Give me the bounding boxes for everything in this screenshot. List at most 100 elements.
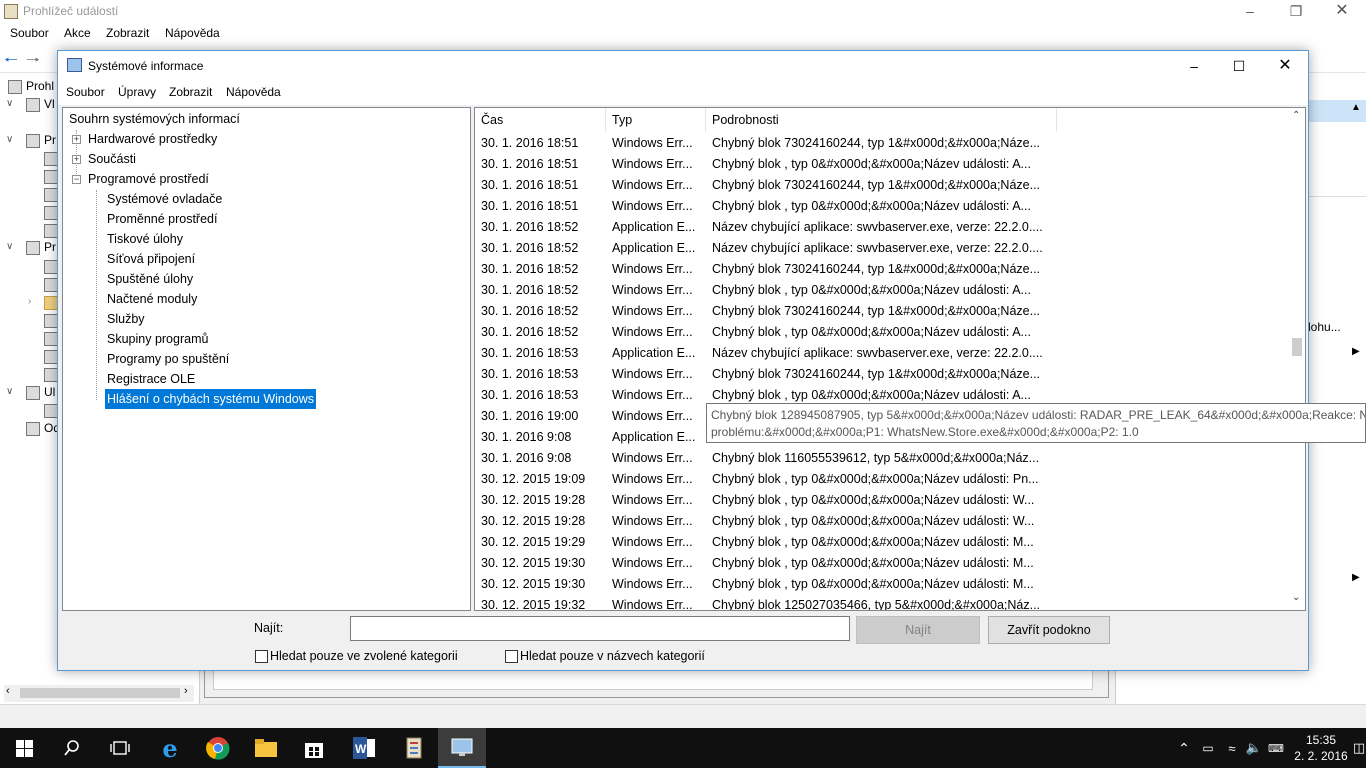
scroll-thumb[interactable] xyxy=(20,688,180,698)
chevron-down-icon[interactable]: ∨ xyxy=(6,241,13,252)
tree-partial-label[interactable]: Vl xyxy=(44,97,55,111)
table-row[interactable]: 30. 1. 2016 18:52 Application E... Název c… xyxy=(475,217,1287,238)
wifi-icon[interactable]: ≈ xyxy=(1222,728,1242,768)
tree-child[interactable]: Proměnné prostředí xyxy=(107,209,217,229)
ev-restore-button[interactable]: ❐ xyxy=(1273,0,1319,24)
forward-arrow-icon[interactable]: 🠒 xyxy=(26,49,40,76)
explorer-taskbar-button[interactable] xyxy=(242,728,290,768)
table-row[interactable]: 30. 1. 2016 18:53 Windows Err... Chybný bl… xyxy=(475,364,1287,385)
action-partial-label[interactable]: lohu... xyxy=(1308,320,1341,334)
find-button[interactable]: Najít xyxy=(856,616,980,644)
collapse-icon[interactable]: − xyxy=(72,175,81,184)
search-button[interactable] xyxy=(48,728,96,768)
scroll-left-icon[interactable]: ‹ xyxy=(6,685,10,697)
si-minimize-button[interactable]: – xyxy=(1171,51,1217,81)
tree-partial-label[interactable]: Pr xyxy=(44,133,56,147)
tree-child[interactable]: Služby xyxy=(107,309,145,329)
vertical-scrollbar[interactable]: ⌃ ⌄ xyxy=(1288,108,1305,610)
volume-icon[interactable]: 🔈 xyxy=(1244,728,1264,768)
si-menu-zobrazit[interactable]: Zobrazit xyxy=(169,85,212,99)
checkbox-selected-category[interactable] xyxy=(255,650,268,663)
chrome-taskbar-button[interactable] xyxy=(194,728,242,768)
table-row[interactable]: 30. 1. 2016 18:52 Windows Err... Chybný bl… xyxy=(475,322,1287,343)
tree-partial-label[interactable]: Pr xyxy=(44,240,56,254)
tree-item-software-env[interactable]: Programové prostředí xyxy=(88,169,209,189)
scroll-up-icon[interactable]: ⌃ xyxy=(1292,110,1300,121)
column-header-podrobnosti[interactable]: Podrobnosti xyxy=(706,108,1057,132)
table-row[interactable]: 30. 1. 2016 18:52 Windows Err... Chybný bl… xyxy=(475,259,1287,280)
battery-icon[interactable]: ▭ xyxy=(1198,728,1218,768)
collapse-icon[interactable]: ▲ xyxy=(1351,102,1361,113)
tree-item-hardware[interactable]: Hardwarové prostředky xyxy=(88,129,217,149)
scroll-down-icon[interactable]: ⌄ xyxy=(1292,592,1300,603)
ev-menu-soubor[interactable]: Soubor xyxy=(10,26,49,40)
scroll-thumb[interactable] xyxy=(1292,338,1302,356)
tree-root[interactable]: Souhrn systémových informací xyxy=(69,109,240,129)
find-input[interactable] xyxy=(350,616,850,641)
ev-menu-napoveda[interactable]: Nápověda xyxy=(165,26,220,40)
ev-close-button[interactable]: ✕ xyxy=(1319,0,1365,24)
si-menu-upravy[interactable]: Úpravy xyxy=(118,85,156,99)
table-row[interactable]: 30. 1. 2016 18:51 Windows Err... Chybný bl… xyxy=(475,175,1287,196)
table-row[interactable]: 30. 12. 2015 19:32 Windows Err... Chybný b… xyxy=(475,595,1287,610)
table-row[interactable]: 30. 1. 2016 18:51 Windows Err... Chybný bl… xyxy=(475,133,1287,154)
tree-child[interactable]: Tiskové úlohy xyxy=(107,229,183,249)
back-arrow-icon[interactable]: 🠐 xyxy=(4,49,18,76)
submenu-arrow-icon[interactable]: ▶ xyxy=(1352,346,1360,357)
tree-child[interactable]: Systémové ovladače xyxy=(107,189,222,209)
table-row[interactable]: 30. 1. 2016 9:08 Windows Err... Chybný blo… xyxy=(475,448,1287,469)
ev-menu-zobrazit[interactable]: Zobrazit xyxy=(106,26,149,40)
checkbox-category-names[interactable] xyxy=(505,650,518,663)
tree-child[interactable]: Načtené moduly xyxy=(107,289,197,309)
chevron-right-icon[interactable]: › xyxy=(28,296,31,307)
table-row[interactable]: 30. 1. 2016 18:51 Windows Err... Chybný bl… xyxy=(475,196,1287,217)
expand-icon[interactable]: + xyxy=(72,155,81,164)
horizontal-scrollbar[interactable]: ‹ › xyxy=(4,685,194,702)
tree-child[interactable]: Skupiny programů xyxy=(107,329,208,349)
chevron-down-icon[interactable]: ∨ xyxy=(6,134,13,145)
checkbox-category-names-label[interactable]: Hledat pouze v názvech kategorií xyxy=(520,649,705,663)
table-row[interactable]: 30. 12. 2015 19:28 Windows Err... Chybný b… xyxy=(475,490,1287,511)
column-header-cas[interactable]: Čas xyxy=(475,108,606,132)
table-row[interactable]: 30. 1. 2016 18:53 Application E... Název c… xyxy=(475,343,1287,364)
scroll-right-icon[interactable]: › xyxy=(184,685,188,697)
column-header-typ[interactable]: Typ xyxy=(606,108,706,132)
tree-child[interactable]: Registrace OLE xyxy=(107,369,195,389)
tree-child-selected[interactable]: Hlášení o chybách systému Windows xyxy=(105,389,317,409)
start-button[interactable] xyxy=(0,728,48,768)
chevron-down-icon[interactable]: ∨ xyxy=(6,98,13,109)
tree-partial-label[interactable]: Prohl xyxy=(26,79,54,93)
table-row[interactable]: 30. 12. 2015 19:09 Windows Err... Chybný b… xyxy=(475,469,1287,490)
ev-minimize-button[interactable]: – xyxy=(1227,0,1273,24)
table-row[interactable]: 30. 12. 2015 19:30 Windows Err... Chybný b… xyxy=(475,553,1287,574)
action-center-icon[interactable]: ◫ xyxy=(1352,728,1366,768)
tree-partial-label[interactable]: Ul xyxy=(44,385,55,399)
keyboard-language-icon[interactable]: ⌨ xyxy=(1266,728,1286,768)
submenu-arrow-icon[interactable]: ▶ xyxy=(1352,572,1360,583)
tree-child[interactable]: Síťová připojení xyxy=(107,249,195,269)
event-viewer-taskbar-button[interactable] xyxy=(390,728,438,768)
store-taskbar-button[interactable] xyxy=(290,728,338,768)
expand-icon[interactable]: + xyxy=(72,135,81,144)
chevron-down-icon[interactable]: ∨ xyxy=(6,386,13,397)
table-row[interactable]: 30. 1. 2016 18:51 Windows Err... Chybný bl… xyxy=(475,154,1287,175)
table-row[interactable]: 30. 1. 2016 18:52 Windows Err... Chybný bl… xyxy=(475,280,1287,301)
tree-item-components[interactable]: Součásti xyxy=(88,149,136,169)
system-info-taskbar-button[interactable] xyxy=(438,728,486,768)
close-pane-button[interactable]: Zavřít podokno xyxy=(988,616,1110,644)
si-maximize-button[interactable]: ☐ xyxy=(1216,51,1262,81)
edge-taskbar-button[interactable]: e xyxy=(146,728,194,768)
checkbox-selected-category-label[interactable]: Hledat pouze ve zvolené kategorii xyxy=(270,649,458,663)
task-view-button[interactable] xyxy=(96,728,144,768)
table-row[interactable]: 30. 12. 2015 19:29 Windows Err... Chybný b… xyxy=(475,532,1287,553)
table-row[interactable]: 30. 12. 2015 19:28 Windows Err... Chybný b… xyxy=(475,511,1287,532)
show-hidden-icons-button[interactable]: ⌃ xyxy=(1174,728,1194,768)
table-row[interactable]: 30. 1. 2016 18:52 Windows Err... Chybný bl… xyxy=(475,301,1287,322)
table-row[interactable]: 30. 1. 2016 18:52 Application E... Název c… xyxy=(475,238,1287,259)
tree-child[interactable]: Spuštěné úlohy xyxy=(107,269,193,289)
ev-menu-akce[interactable]: Akce xyxy=(64,26,91,40)
word-taskbar-button[interactable]: W xyxy=(340,728,388,768)
tree-child[interactable]: Programy po spuštění xyxy=(107,349,229,369)
clock[interactable]: 15:35 2. 2. 2016 xyxy=(1290,732,1352,764)
si-menu-soubor[interactable]: Soubor xyxy=(66,85,105,99)
